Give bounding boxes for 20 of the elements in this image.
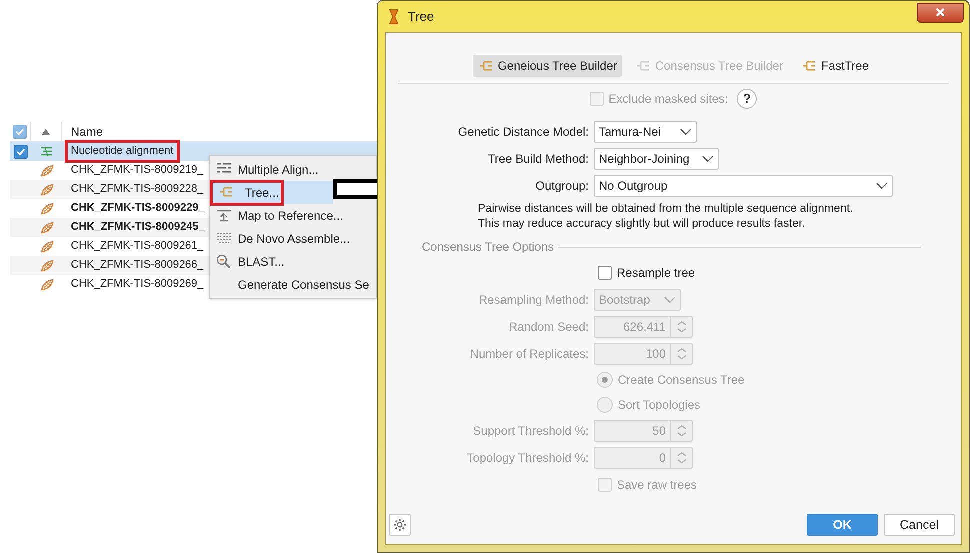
menu-label: Multiple Align...	[237, 162, 319, 178]
field-label: Resampling Method:	[478, 292, 590, 308]
field-label: Random Seed:	[508, 318, 590, 336]
field-label: Genetic Distance Model:	[457, 124, 590, 140]
field-label: Outgroup:	[534, 178, 590, 194]
field-label: Number of Replicates:	[469, 346, 590, 362]
radio-label: Create Consensus Tree	[618, 372, 745, 388]
field-label: Topology Threshold %:	[466, 450, 590, 466]
menu-label: Generate Consensus Se	[237, 276, 370, 294]
info-text: Pairwise distances will be obtained from the multiple sequence alignment. This may reduce accuracy slightly but will produce results faster.	[478, 202, 854, 232]
window-title: Tree	[408, 8, 434, 26]
checkbox-label: Save raw trees	[617, 476, 698, 494]
menu-label: Tree...	[244, 184, 280, 202]
field-label: Tree Build Method:	[487, 150, 590, 168]
section-title: Consensus Tree Options	[422, 239, 554, 256]
field-label: Support Threshold %:	[472, 422, 590, 440]
radio-label: Sort Topologies	[618, 396, 700, 414]
menu-label: BLAST...	[237, 254, 285, 270]
checkbox-label: Resample tree	[617, 264, 696, 282]
checkbox-label: Exclude masked sites:	[608, 91, 728, 108]
